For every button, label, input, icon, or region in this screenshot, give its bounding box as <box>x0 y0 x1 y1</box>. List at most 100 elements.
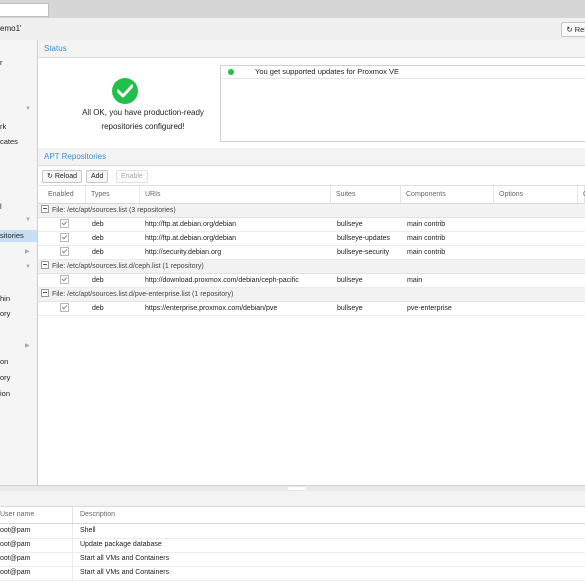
column-label: URIs <box>145 191 161 198</box>
table-row[interactable]: deb https://enterprise.proxmox.com/debia… <box>38 302 585 316</box>
cell-type: deb <box>92 277 104 284</box>
cell-suite: bullseye-updates <box>337 235 390 242</box>
table-row[interactable]: deb http://ftp.at.debian.org/debian bull… <box>38 232 585 246</box>
sidebar-item-label: on <box>0 357 9 366</box>
sidebar-item[interactable]: ory <box>0 373 10 382</box>
repositories-title: APT Repositories <box>44 152 107 161</box>
group-header[interactable]: File: /etc/apt/sources.list.d/pve-enterp… <box>38 288 585 302</box>
collapse-icon[interactable] <box>41 261 49 269</box>
chevron-down-icon[interactable]: ▼ <box>25 217 31 223</box>
enabled-checkbox[interactable] <box>60 303 69 312</box>
task-user: oot@pam <box>0 555 31 562</box>
title-bar: emo1' ↻ Rel <box>0 18 585 41</box>
group-title: File: /etc/apt/sources.list (3 repositor… <box>52 207 176 214</box>
group-title: File: /etc/apt/sources.list.d/pve-enterp… <box>52 291 234 298</box>
column-enabled[interactable]: Enabled <box>38 186 86 203</box>
sidebar-item[interactable]: r <box>0 58 3 67</box>
column-uris[interactable]: URIs <box>140 186 331 203</box>
chevron-down-icon[interactable]: ▼ <box>25 106 31 112</box>
reload-button[interactable]: ↻ Reload <box>42 170 82 183</box>
table-row[interactable]: deb http://ftp.at.debian.org/debian bull… <box>38 218 585 232</box>
reload-icon: ↻ <box>47 173 55 180</box>
cell-uri: https://enterprise.proxmox.com/debian/pv… <box>145 305 278 312</box>
sidebar-item[interactable]: ion <box>0 389 10 398</box>
status-message: You get supported updates for Proxmox VE <box>255 67 399 76</box>
sidebar-item[interactable]: l <box>0 202 2 211</box>
column-label: Enabled <box>48 191 74 198</box>
main-content: Status All OK, you have production-ready… <box>38 40 585 485</box>
enabled-checkbox[interactable] <box>60 219 69 228</box>
column-user-name[interactable]: User name <box>0 506 34 523</box>
column-options[interactable]: Options <box>494 186 578 203</box>
group-header[interactable]: File: /etc/apt/sources.list.d/ceph.list … <box>38 260 585 274</box>
task-log-header <box>0 491 585 507</box>
task-description: Update package database <box>80 541 162 548</box>
cell-components: main <box>407 277 423 284</box>
sidebar-item-repositories[interactable]: sitories <box>0 230 37 242</box>
table-row[interactable]: deb http://security.debian.org bullseye-… <box>38 246 585 260</box>
reload-button-top[interactable]: ↻ Rel <box>561 22 585 37</box>
cell-type: deb <box>92 235 104 242</box>
column-description[interactable]: Description <box>80 506 115 523</box>
sidebar-item[interactable]: rk <box>0 122 6 131</box>
enabled-checkbox[interactable] <box>60 233 69 242</box>
cell-uri: http://ftp.at.debian.org/debian <box>145 221 237 228</box>
status-message-box: You get supported updates for Proxmox VE <box>220 65 585 142</box>
column-divider <box>72 506 73 523</box>
sidebar-item[interactable]: cates <box>0 137 18 146</box>
column-divider <box>72 524 73 538</box>
group-header[interactable]: File: /etc/apt/sources.list (3 repositor… <box>38 204 585 218</box>
task-user: oot@pam <box>0 569 31 576</box>
cell-suite: bullseye <box>337 221 363 228</box>
chevron-right-icon[interactable]: ▶ <box>25 342 30 349</box>
splitter-handle[interactable] <box>288 487 306 490</box>
task-description: Start all VMs and Containers <box>80 569 170 576</box>
column-components[interactable]: Components <box>401 186 494 203</box>
chevron-down-icon[interactable]: ▼ <box>25 264 31 270</box>
status-panel-header: Status <box>38 40 585 58</box>
enabled-checkbox[interactable] <box>60 247 69 256</box>
enabled-checkbox[interactable] <box>60 275 69 284</box>
status-ok-line1: All OK, you have production-ready <box>82 108 204 117</box>
sidebar-item-label: ory <box>0 309 11 318</box>
page-title: emo1' <box>0 24 22 33</box>
add-button-label: Add <box>91 173 104 180</box>
search-input[interactable] <box>0 3 49 17</box>
column-comment[interactable]: C <box>578 186 585 203</box>
task-log-panel: User name Description oot@pam Shell oot@… <box>0 491 585 585</box>
sidebar-item-label: ory <box>0 373 11 382</box>
sidebar-item-label: sitories <box>0 231 24 240</box>
column-types[interactable]: Types <box>86 186 140 203</box>
sidebar: r ▼ rk cates l ▼ sitories ▶ ▼ hin ory ▶ … <box>0 40 38 485</box>
reload-icon: ↻ <box>566 25 573 34</box>
add-button[interactable]: Add <box>86 170 109 183</box>
collapse-icon[interactable] <box>41 289 49 297</box>
task-user: oot@pam <box>0 527 31 534</box>
sidebar-item-label: ion <box>0 389 11 398</box>
cell-components: main contrib <box>407 235 446 242</box>
column-label: Components <box>406 191 446 198</box>
collapse-icon[interactable] <box>41 205 49 213</box>
task-row[interactable]: oot@pam Start all VMs and Containers <box>0 566 585 581</box>
column-label: Types <box>91 191 110 198</box>
cell-suite: bullseye <box>337 305 363 312</box>
sidebar-item[interactable]: hin <box>0 294 10 303</box>
sidebar-item-label: l <box>0 202 2 211</box>
task-row[interactable]: oot@pam Shell <box>0 524 585 539</box>
cell-components: main contrib <box>407 249 446 256</box>
cell-uri: http://security.debian.org <box>145 249 222 256</box>
table-row[interactable]: deb http://download.proxmox.com/debian/c… <box>38 274 585 288</box>
task-row[interactable]: oot@pam Start all VMs and Containers <box>0 552 585 567</box>
reload-label: Rel <box>574 25 585 34</box>
reload-button-label: Reload <box>54 173 77 180</box>
chevron-right-icon[interactable]: ▶ <box>25 248 30 255</box>
column-suites[interactable]: Suites <box>331 186 401 203</box>
status-ok-line2: repositories configured! <box>101 122 185 131</box>
sidebar-item[interactable]: on <box>0 357 8 366</box>
column-label: Suites <box>336 191 356 198</box>
sidebar-item[interactable]: ory <box>0 309 10 318</box>
task-row[interactable]: oot@pam Update package database <box>0 538 585 553</box>
status-ok-text: All OK, you have production-ready reposi… <box>58 106 228 134</box>
repositories-panel-header: APT Repositories <box>38 148 585 166</box>
enable-button[interactable]: Enable <box>116 170 148 183</box>
